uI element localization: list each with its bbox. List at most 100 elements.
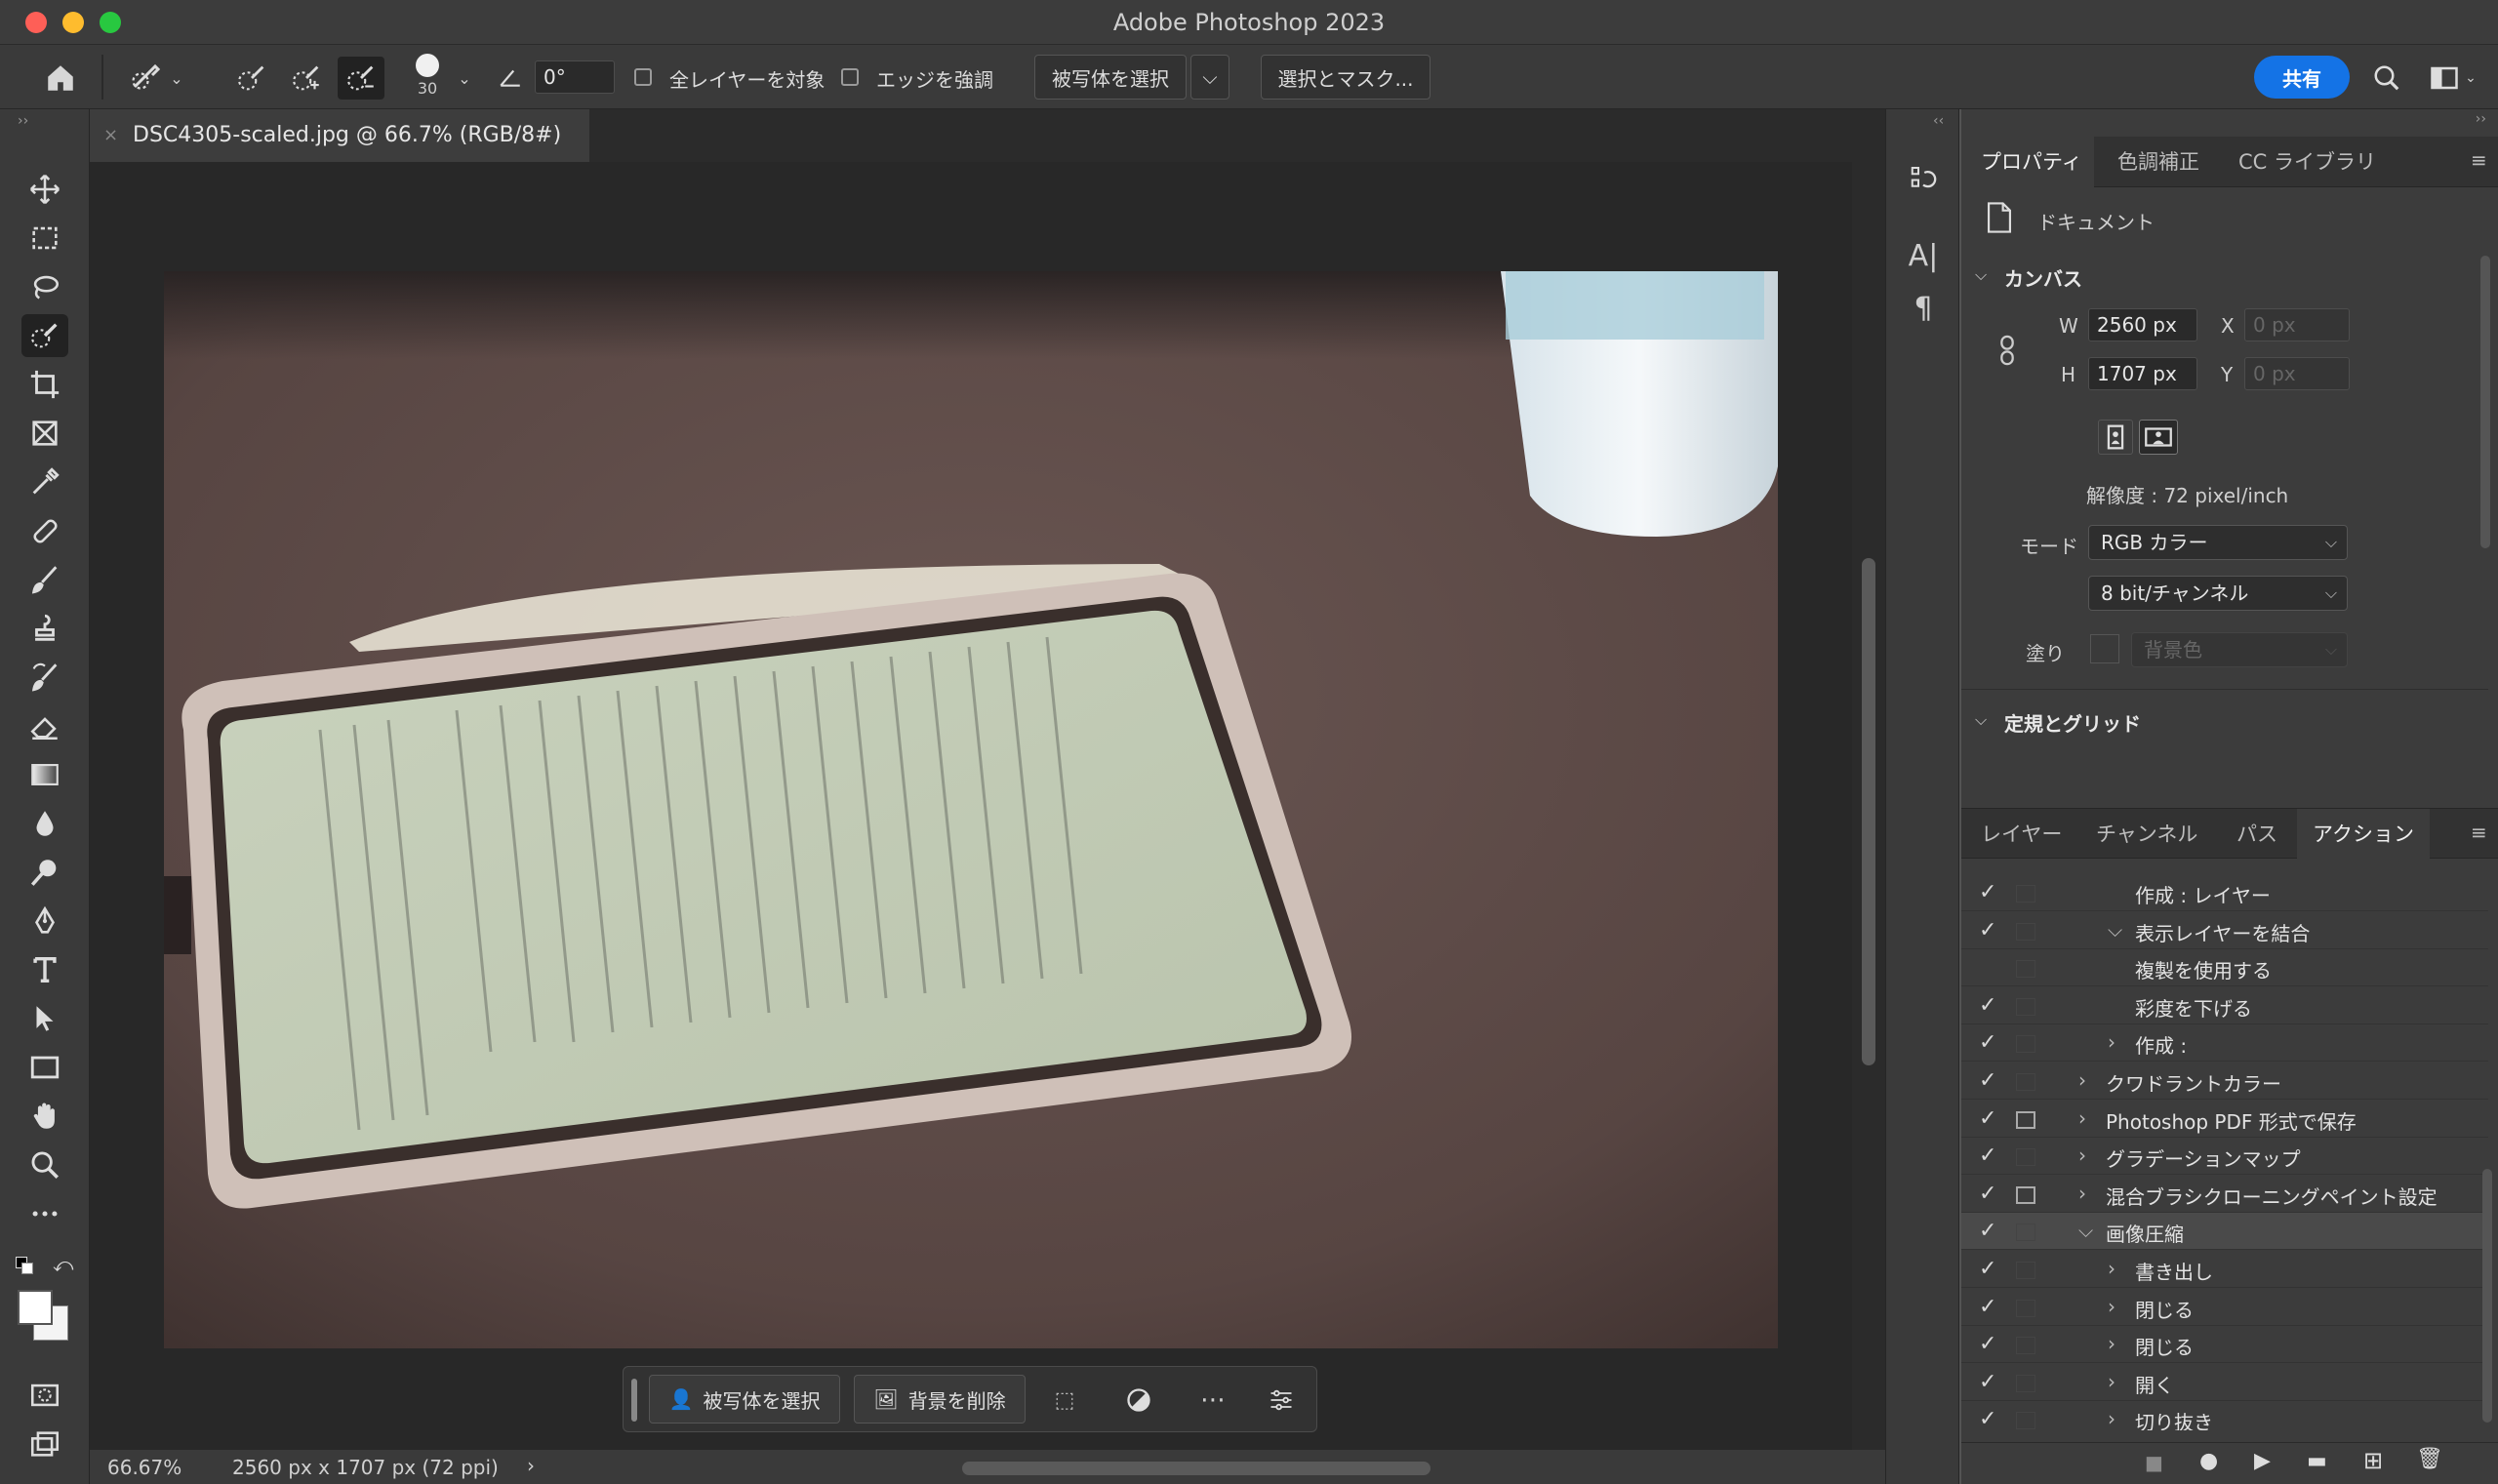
sample-all-layers-checkbox[interactable]	[634, 68, 652, 86]
blur-tool-icon[interactable]	[21, 802, 68, 845]
action-toggle-checkbox[interactable]: ✓	[1979, 1068, 1996, 1093]
hand-tool-icon[interactable]	[21, 1095, 68, 1138]
search-icon[interactable]	[2369, 60, 2404, 96]
dialog-toggle-icon[interactable]	[2016, 997, 2035, 1016]
eraser-tool-icon[interactable]	[21, 704, 68, 747]
tab-actions[interactable]: アクション	[2297, 809, 2430, 860]
dialog-toggle-icon[interactable]	[2016, 1148, 2035, 1167]
chevron-right-icon[interactable]: ›	[2078, 1182, 2086, 1205]
record-icon[interactable]: ●	[2199, 1449, 2218, 1473]
clone-stamp-icon[interactable]	[21, 607, 68, 650]
collapse-arrows-icon[interactable]: ››	[2476, 111, 2486, 127]
swap-colors-icon[interactable]: ⤺	[53, 1253, 73, 1276]
chevron-right-icon[interactable]: ›	[527, 1454, 535, 1477]
chevron-down-icon[interactable]: ⌵	[2078, 1219, 2093, 1242]
dialog-toggle-icon[interactable]	[2016, 1299, 2035, 1317]
brush-tool-icon[interactable]	[21, 558, 68, 601]
chevron-right-icon[interactable]: ›	[2108, 1407, 2115, 1430]
crop-tool-icon[interactable]	[21, 363, 68, 406]
play-icon[interactable]: ▶	[2254, 1449, 2271, 1473]
dialog-toggle-icon[interactable]	[2016, 1337, 2035, 1355]
collapse-arrows-icon[interactable]: ‹‹	[1933, 113, 1944, 129]
panel-menu-icon[interactable]: ≡	[2471, 148, 2498, 176]
chevron-right-icon[interactable]: ›	[2108, 1295, 2115, 1318]
vertical-scrollbar[interactable]	[1852, 162, 1885, 1450]
rectangular-marquee-icon[interactable]	[21, 217, 68, 260]
action-row[interactable]: ✓ › 閉じる	[1961, 1326, 2488, 1364]
chevron-down-icon[interactable]: ⌵	[2108, 918, 2122, 942]
foreground-color-swatch[interactable]	[18, 1290, 53, 1325]
action-toggle-checkbox[interactable]: ✓	[1979, 993, 1996, 1018]
dialog-toggle-icon[interactable]	[2016, 1073, 2035, 1091]
fill-dropdown[interactable]: 背景色 ⌵	[2131, 632, 2348, 667]
more-options-icon[interactable]: ⋯	[1193, 1381, 1232, 1420]
path-selection-icon[interactable]	[21, 997, 68, 1040]
zoom-tool-icon[interactable]	[21, 1143, 68, 1186]
dialog-toggle-icon[interactable]	[2016, 1374, 2035, 1392]
quick-selection-tool-icon[interactable]	[21, 314, 68, 357]
folder-icon[interactable]: ▬	[2307, 1449, 2327, 1473]
action-toggle-checkbox[interactable]: ✓	[1979, 1295, 1996, 1319]
chevron-right-icon[interactable]: ›	[2078, 1143, 2086, 1167]
type-tool-icon[interactable]	[21, 948, 68, 991]
transform-selection-icon[interactable]: ⬚	[1045, 1381, 1084, 1420]
action-toggle-checkbox[interactable]: ✓	[1979, 1332, 1996, 1356]
action-row[interactable]: ✓ ⌵ 画像圧縮	[1961, 1213, 2488, 1251]
tab-channels[interactable]: チャンネル	[2096, 809, 2197, 860]
more-tools-icon[interactable]	[21, 1192, 68, 1235]
action-toggle-checkbox[interactable]: ✓	[1979, 1143, 1996, 1168]
character-panel-icon[interactable]: A|	[1904, 236, 1943, 275]
select-and-mask-button[interactable]: 選択とマスク...	[1261, 55, 1430, 100]
trash-icon[interactable]: 🗑	[2416, 1447, 2443, 1471]
action-row[interactable]: ✓ ⌵ 表示レイヤーを結合	[1961, 912, 2488, 949]
dialog-toggle-icon[interactable]	[2016, 1262, 2035, 1279]
vertical-scroll-thumb[interactable]	[1862, 558, 1875, 1065]
action-row[interactable]: ✓ › 混合ブラシクローニングペイント設定	[1961, 1176, 2488, 1213]
dialog-toggle-icon[interactable]	[2016, 1035, 2035, 1054]
select-subject-dropdown[interactable]: ⌵	[1190, 55, 1229, 100]
remove-background-button[interactable]: 🖼 背景を削除	[854, 1375, 1026, 1424]
action-row[interactable]: ✓ 作成 : レイヤー	[1961, 874, 2488, 911]
action-row[interactable]: ✓ › グラデーションマップ	[1961, 1138, 2488, 1176]
action-toggle-checkbox[interactable]: ✓	[1979, 1182, 1996, 1206]
action-row[interactable]: ✓ 彩度を下げる	[1961, 987, 2488, 1024]
panel-menu-icon[interactable]: ≡	[2471, 821, 2498, 848]
fill-swatch[interactable]	[2090, 634, 2119, 663]
eyedropper-tool-icon[interactable]	[21, 461, 68, 503]
frame-tool-icon[interactable]	[21, 412, 68, 455]
tab-cc-libraries[interactable]: CC ライブラリ	[2238, 137, 2395, 187]
chevron-right-icon[interactable]: ›	[2078, 1106, 2086, 1130]
action-toggle-checkbox[interactable]: ✓	[1979, 1106, 1996, 1131]
paragraph-panel-icon[interactable]: ¶	[1904, 289, 1943, 328]
tool-preset-picker[interactable]: ⌄	[117, 57, 195, 100]
enhance-edge-checkbox[interactable]	[841, 68, 859, 86]
action-row[interactable]: ✓ › 切り抜き	[1961, 1401, 2488, 1430]
collapse-arrows-icon[interactable]: ››	[18, 113, 28, 129]
default-colors-icon[interactable]	[16, 1257, 35, 1276]
dodge-tool-icon[interactable]	[21, 851, 68, 894]
angle-input[interactable]: 0°	[535, 60, 615, 94]
document-image[interactable]	[164, 271, 1778, 1348]
chevron-right-icon[interactable]: ›	[2078, 1068, 2086, 1092]
action-row[interactable]: 複製を使用する	[1961, 949, 2488, 987]
lasso-tool-icon[interactable]	[21, 265, 68, 308]
action-toggle-checkbox[interactable]: ✓	[1979, 880, 1996, 904]
mode-dropdown[interactable]: RGB カラー ⌵	[2088, 525, 2348, 560]
drag-handle[interactable]	[631, 1379, 637, 1422]
chevron-right-icon[interactable]: ›	[2108, 1257, 2115, 1280]
share-button[interactable]: 共有	[2254, 56, 2350, 99]
dialog-toggle-icon[interactable]	[2016, 885, 2035, 902]
select-subject-button[interactable]: 被写体を選択	[1034, 55, 1187, 100]
close-tab-icon[interactable]: ×	[103, 109, 118, 162]
action-row[interactable]: ✓ › 開く	[1961, 1364, 2488, 1401]
link-icon[interactable]	[1996, 334, 2018, 367]
action-row[interactable]: ✓ › クワドラントカラー	[1961, 1063, 2488, 1100]
brush-size-picker[interactable]: 30	[408, 51, 447, 100]
chevron-down-icon[interactable]: ⌵	[1975, 710, 1987, 730]
tab-adjustments[interactable]: 色調補正	[2117, 137, 2225, 187]
x-input[interactable]: 0 px	[2244, 308, 2350, 341]
portrait-orientation-icon[interactable]	[2098, 420, 2133, 455]
gradient-tool-icon[interactable]	[21, 753, 68, 796]
history-brush-icon[interactable]	[21, 656, 68, 699]
dialog-toggle-icon[interactable]	[2016, 1223, 2035, 1242]
